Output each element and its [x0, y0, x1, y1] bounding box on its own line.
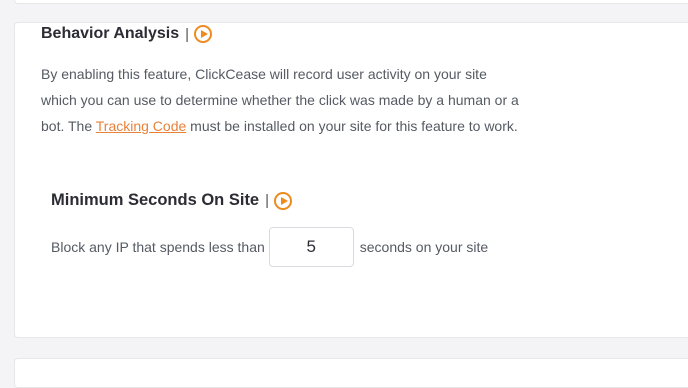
minimum-seconds-input[interactable]	[268, 227, 354, 267]
play-circle-icon[interactable]	[194, 25, 213, 43]
seconds-label: seconds on your site	[359, 239, 489, 255]
play-circle-icon[interactable]	[274, 191, 293, 210]
minimum-seconds-heading: Minimum Seconds On Site |	[51, 191, 293, 210]
next-card	[14, 358, 688, 388]
minimum-seconds-title: Minimum Seconds On Site	[51, 191, 260, 209]
previous-card	[14, 0, 688, 4]
behavior-analysis-heading: Behavior Analysis |	[41, 25, 213, 43]
minimum-seconds-row: Block any IP that spends less than secon…	[51, 227, 488, 267]
title-separator: |	[265, 192, 270, 209]
description-text-end: must be installed on your site for this …	[186, 118, 518, 134]
tracking-code-link[interactable]: Tracking Code	[96, 118, 187, 134]
block-ip-label: Block any IP that spends less than	[51, 239, 265, 255]
behavior-analysis-description: By enabling this feature, ClickCease wil…	[41, 61, 521, 139]
behavior-analysis-title: Behavior Analysis	[41, 25, 180, 42]
title-separator: |	[185, 25, 190, 43]
